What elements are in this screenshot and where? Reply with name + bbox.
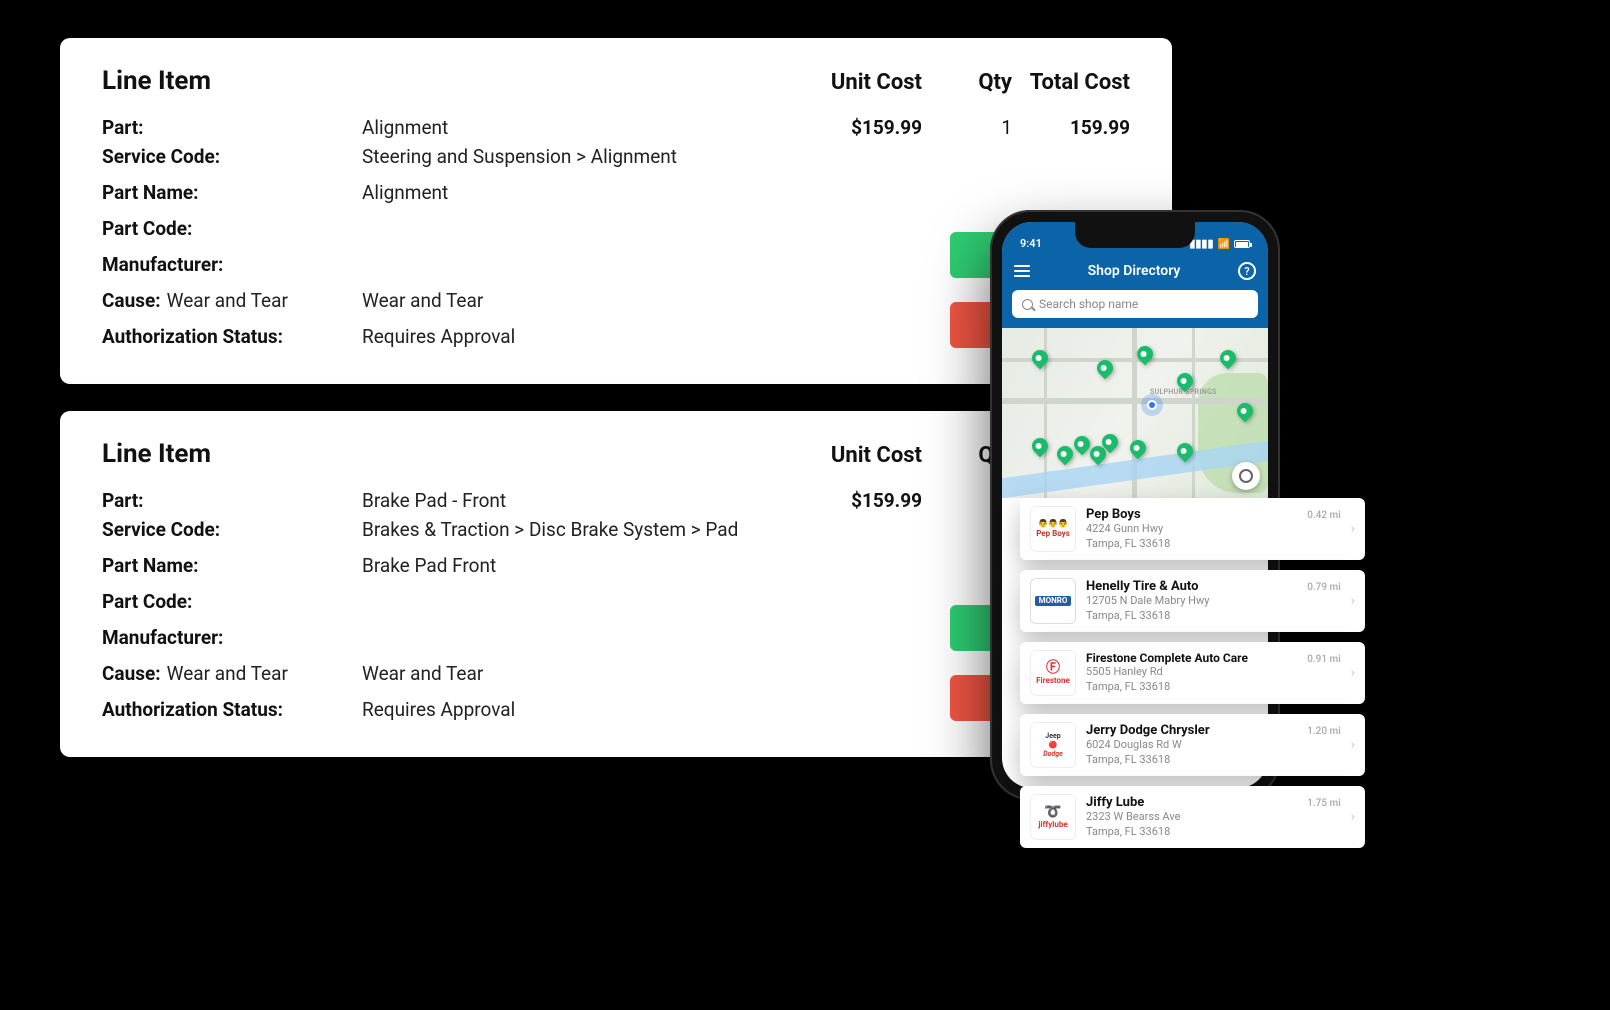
shop-address-line1: 5505 Hanley Rd	[1086, 665, 1341, 680]
value-auth-status: Requires Approval	[362, 325, 782, 348]
chevron-right-icon: ›	[1351, 809, 1355, 825]
shop-name: Jerry Dodge Chrysler	[1086, 723, 1210, 738]
value-part: Alignment	[362, 116, 782, 139]
value-qty: 1	[922, 116, 1012, 139]
battery-icon	[1234, 240, 1250, 248]
value-cause: Wear and Tear	[362, 662, 782, 685]
map-pin-icon[interactable]	[1217, 347, 1240, 370]
app-title: Shop Directory	[1088, 263, 1181, 279]
map-view[interactable]: SULPHUR SPRINGS	[1002, 328, 1268, 498]
status-time: 9:41	[1020, 237, 1042, 250]
shop-address-line1: 6024 Douglas Rd W	[1086, 738, 1341, 753]
locate-me-button[interactable]	[1232, 462, 1260, 490]
shop-name: Jiffy Lube	[1086, 795, 1144, 810]
label-cause: Cause:	[102, 662, 161, 685]
value-unit-cost: $159.99	[782, 489, 922, 512]
label-manufacturer: Manufacturer:	[102, 253, 223, 276]
value-auth-status: Requires Approval	[362, 698, 782, 721]
value-part-code	[362, 217, 782, 240]
wifi-icon	[1218, 237, 1230, 250]
value-cause: Wear and Tear	[362, 289, 782, 312]
label-part: Part:	[102, 116, 144, 139]
shop-row[interactable]: ➰jiffylube Jiffy Lube 1.75 mi 2323 W Bea…	[1020, 786, 1365, 848]
shop-distance: 1.20 mi	[1307, 726, 1341, 737]
label-manufacturer: Manufacturer:	[102, 626, 223, 649]
shop-name: Henelly Tire & Auto	[1086, 579, 1199, 594]
shop-logo: ⒻFirestone	[1030, 650, 1076, 696]
shop-logo: 👨👨👨Pep Boys	[1030, 506, 1076, 552]
search-input[interactable]: Search shop name	[1012, 290, 1258, 318]
shop-row[interactable]: Jeep🔴Dodge Jerry Dodge Chrysler 1.20 mi …	[1020, 714, 1365, 776]
chevron-right-icon: ›	[1351, 737, 1355, 753]
label-part-code: Part Code:	[102, 217, 192, 240]
shop-row[interactable]: 👨👨👨Pep Boys Pep Boys 0.42 mi 4224 Gunn H…	[1020, 498, 1365, 560]
shop-distance: 1.75 mi	[1307, 798, 1341, 809]
search-placeholder: Search shop name	[1039, 297, 1138, 311]
value-unit-cost: $159.99	[782, 116, 922, 139]
label-part-name: Part Name:	[102, 181, 199, 204]
value-part-name: Brake Pad Front	[362, 554, 782, 577]
shop-logo: MONRO	[1030, 578, 1076, 624]
value-service-code: Brakes & Traction > Disc Brake System > …	[362, 518, 782, 541]
label-service-code: Service Code:	[102, 518, 220, 541]
shop-logo: ➰jiffylube	[1030, 794, 1076, 840]
map-pin-icon[interactable]	[1127, 437, 1150, 460]
shop-name: Pep Boys	[1086, 507, 1141, 522]
map-pin-icon[interactable]	[1029, 435, 1052, 458]
shop-row[interactable]: ⒻFirestone Firestone Complete Auto Care …	[1020, 642, 1365, 704]
shop-distance: 0.79 mi	[1307, 582, 1341, 593]
header-unit-cost: Unit Cost	[782, 70, 922, 95]
shop-distance: 0.91 mi	[1307, 654, 1341, 665]
value-cause-inline: Wear and Tear	[167, 662, 288, 685]
value-service-code: Steering and Suspension > Alignment	[362, 145, 782, 168]
shop-address-line2: Tampa, FL 33618	[1086, 609, 1341, 624]
chevron-right-icon: ›	[1351, 593, 1355, 609]
value-part-code	[362, 590, 782, 613]
shop-address-line1: 12705 N Dale Mabry Hwy	[1086, 594, 1341, 609]
shop-row[interactable]: MONRO Henelly Tire & Auto 0.79 mi 12705 …	[1020, 570, 1365, 632]
label-service-code: Service Code:	[102, 145, 220, 168]
map-pin-icon[interactable]	[1054, 443, 1077, 466]
map-pin-icon[interactable]	[1029, 347, 1052, 370]
value-part: Brake Pad - Front	[362, 489, 782, 512]
value-manufacturer	[362, 253, 782, 276]
help-icon[interactable]: ?	[1238, 262, 1256, 280]
chevron-right-icon: ›	[1351, 665, 1355, 681]
label-auth-status: Authorization Status:	[102, 698, 283, 721]
shop-address-line2: Tampa, FL 33618	[1086, 825, 1341, 840]
shop-address-line1: 2323 W Bearss Ave	[1086, 810, 1341, 825]
chevron-right-icon: ›	[1351, 521, 1355, 537]
header-unit-cost: Unit Cost	[782, 443, 922, 468]
label-part-code: Part Code:	[102, 590, 192, 613]
header-line-item: Line Item	[102, 66, 782, 96]
phone-notch	[1075, 222, 1195, 248]
value-part-name: Alignment	[362, 181, 782, 204]
label-auth-status: Authorization Status:	[102, 325, 283, 348]
current-location-dot	[1147, 400, 1157, 410]
search-icon	[1022, 299, 1033, 310]
shop-address-line2: Tampa, FL 33618	[1086, 537, 1341, 552]
menu-icon[interactable]	[1014, 265, 1030, 277]
shop-address-line2: Tampa, FL 33618	[1086, 753, 1341, 768]
app-bar: Shop Directory ?	[1002, 252, 1268, 290]
label-cause: Cause:	[102, 289, 161, 312]
shop-distance: 0.42 mi	[1307, 510, 1341, 521]
value-cause-inline: Wear and Tear	[167, 289, 288, 312]
value-manufacturer	[362, 626, 782, 649]
shop-name: Firestone Complete Auto Care	[1086, 651, 1248, 665]
label-part-name: Part Name:	[102, 554, 199, 577]
header-line-item: Line Item	[102, 439, 782, 469]
header-qty: Qty	[922, 70, 1012, 95]
shop-address-line2: Tampa, FL 33618	[1086, 680, 1341, 695]
value-total-cost: 159.99	[1012, 116, 1130, 139]
header-total-cost: Total Cost	[1012, 70, 1130, 95]
label-part: Part:	[102, 489, 144, 512]
shop-logo: Jeep🔴Dodge	[1030, 722, 1076, 768]
shop-address-line1: 4224 Gunn Hwy	[1086, 522, 1341, 537]
